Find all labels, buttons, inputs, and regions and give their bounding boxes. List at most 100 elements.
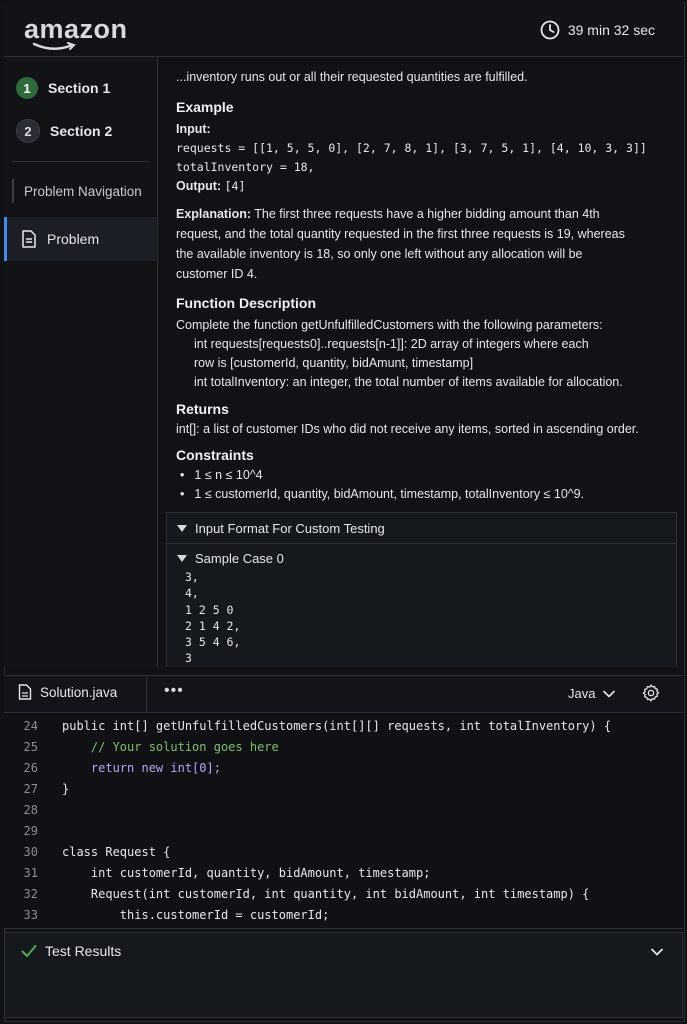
code-line: 27 } [4,779,683,799]
clock-icon [540,20,560,40]
intro-text: ...inventory runs out or all their reque… [176,70,528,84]
caret-down-icon [177,524,187,532]
returns-heading: Returns [176,401,229,417]
more-options-button[interactable]: ••• [164,682,184,700]
gear-icon[interactable] [641,683,661,703]
line-number: 28 [23,803,38,817]
function-line-2: int requests[requests0]..requests[n-1]]:… [194,337,589,351]
function-line-3: row is [customerId, quantity, bidAmunt, … [194,356,474,370]
function-line-4: int totalInventory: an integer, the tota… [194,375,623,389]
code-text: Request(int customerId, int quantity, in… [62,887,590,901]
line-number: 31 [23,866,38,880]
sample-line: 3 5 4 6, [185,635,241,650]
code-comment: // Your solution goes here [62,740,279,754]
sample-line: 2 1 4 2, [185,618,241,633]
line-number: 24 [23,719,38,733]
input-label: Input: [176,122,211,136]
amazon-logo: amazon [24,14,128,44]
chevron-down-icon[interactable] [650,945,664,959]
line-number: 26 [23,761,38,775]
sample-line: 1 2 5 0 [185,602,234,617]
function-description-heading: Function Description [176,295,316,311]
line-number: 29 [23,824,38,838]
line-number: 30 [23,845,38,859]
sample-case-label: Sample Case 0 [195,551,284,566]
function-line-1: Complete the function getUnfulfilledCust… [176,318,603,332]
sample-line: 3 [185,651,192,666]
code-text: } [62,782,70,796]
section-label: Section 1 [48,80,111,96]
custom-testing-label: Input Format For Custom Testing [195,520,385,536]
sidebar-item-section-2[interactable]: 2 Section 2 [16,119,112,143]
section-number-badge: 2 [16,119,40,143]
line-number: 33 [23,908,38,922]
problem-nav-label: Problem [47,231,100,247]
output-label: Output: [176,179,222,193]
code-text: this.customerId = customerId; [62,908,330,922]
sample-case-input: 3, 4, 1 2 5 0 2 1 4 2, 3 5 4 6, 3 [185,569,240,667]
test-results-toggle[interactable]: Test Results [21,943,121,959]
explanation-line-2: request, and the total quantity requeste… [176,227,625,241]
sidebar-item-problem[interactable]: Problem [4,217,156,261]
explanation-line-4: customer ID 4. [176,267,258,281]
code-line: 25 // Your solution goes here [4,737,683,757]
divider [12,161,149,162]
editor-toolbar: Solution.java ••• Java [4,676,683,713]
sample-line: 4, [185,586,199,601]
timer-text: 39 min 32 sec [567,22,655,38]
code-line: 31 int customerId, quantity, bidAmount, … [4,863,683,883]
problem-navigation-heading: Problem Navigation [12,179,142,203]
constraint-item: 1 ≤ n ≤ 10^4 [180,466,262,485]
test-results-panel: Test Results [4,932,683,1018]
document-icon [22,230,36,248]
explanation-line-1: Explanation: The first three requests ha… [176,205,600,224]
code-editor: Solution.java ••• Java 24 public int[] g… [4,675,683,929]
test-results-label: Test Results [45,943,122,959]
sample-line: 3, [185,570,199,584]
section-label: Section 2 [50,123,113,139]
code-text: return new int[0]; [62,761,221,775]
output-value: [4] [224,179,246,193]
example-heading: Example [176,99,234,115]
code-line: 29 [4,821,683,841]
explanation-line-3: the available inventory is 18, so only o… [176,247,583,261]
code-line: 26 return new int[0]; [4,758,683,778]
constraints-heading: Constraints [176,447,254,463]
chevron-down-icon [603,690,616,698]
code-text: class Request { [62,845,171,859]
returns-text: int[]: a list of customer IDs who did no… [176,422,639,436]
tab-divider [146,676,147,712]
section-number-badge: 1 [16,77,38,99]
custom-testing-toggle[interactable]: Input Format For Custom Testing [167,513,676,544]
code-line: 33 this.customerId = customerId; [4,905,683,925]
code-line: 32 Request(int customerId, int quantity,… [4,884,683,904]
caret-down-icon [177,555,187,562]
code-line: 24 public int[] getUnfulfilledCustomers(… [4,716,683,736]
language-label: Java [568,686,596,701]
check-icon [21,945,37,957]
code-text: public int[] getUnfulfilledCustomers(int… [62,719,612,733]
explanation-text: The first three requests have a higher b… [254,207,600,221]
amazon-smile-icon [32,42,76,50]
timer: 39 min 32 sec [540,20,655,40]
file-tab[interactable]: Solution.java [18,684,117,700]
sidebar: 1 Section 1 2 Section 2 Problem Navigati… [4,57,158,667]
constraint-item: 1 ≤ customerId, quantity, bidAmount, tim… [180,485,584,504]
code-line: 28 [4,800,683,820]
explanation-label: Explanation: [176,207,252,221]
top-header: amazon 39 min 32 sec [4,2,683,57]
file-icon [18,684,32,700]
language-selector[interactable]: Java [568,686,616,701]
code-line: 30 class Request { [4,842,683,862]
input-total: totalInventory = 18, [176,160,315,174]
output-line: Output: [4] [176,177,245,196]
sample-case-toggle[interactable]: Sample Case 0 [177,551,284,566]
custom-testing-panel: Input Format For Custom Testing Sample C… [166,512,677,667]
problem-panel[interactable]: ...inventory runs out or all their reque… [158,57,683,667]
line-number: 25 [23,740,38,754]
sidebar-item-section-1[interactable]: 1 Section 1 [16,77,110,99]
line-number: 32 [23,887,38,901]
line-number: 27 [23,782,38,796]
input-requests: requests = [[1, 5, 5, 0], [2, 7, 8, 1], … [176,141,647,155]
code-text: int customerId, quantity, bidAmount, tim… [62,866,431,880]
